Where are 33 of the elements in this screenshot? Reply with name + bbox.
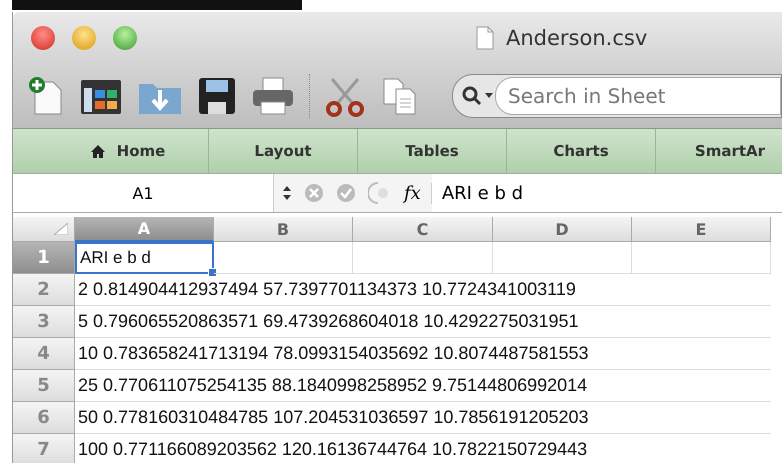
formula-field[interactable]: ARI e b d [432, 174, 782, 212]
save-icon[interactable] [197, 76, 237, 116]
print-icon[interactable] [251, 76, 295, 116]
confirm-icon[interactable] [336, 183, 356, 203]
zoom-button[interactable] [113, 26, 137, 50]
home-icon [90, 144, 105, 158]
triangle-icon [54, 223, 68, 235]
column-header[interactable]: C [353, 217, 493, 242]
table-cell[interactable]: 2 0.814904412937494 57.7397701134373 10.7724341003119 [75, 274, 771, 306]
scissors-icon[interactable] [324, 75, 366, 117]
column-header[interactable]: E [632, 217, 771, 242]
minimize-button[interactable] [72, 26, 96, 50]
table-cell[interactable] [632, 242, 771, 274]
table-cell[interactable]: 10 0.783658241713194 78.0993154035692 10.8074487581553 [75, 338, 771, 370]
cancel-icon[interactable] [304, 183, 324, 203]
table-cell[interactable]: 25 0.770611075254135 88.1840998258952 9.75144806992014 [75, 370, 771, 402]
table-cell[interactable] [214, 242, 353, 274]
document-icon [476, 26, 494, 50]
search-field[interactable]: Search in Sheet [452, 74, 782, 118]
table-cell[interactable]: ARI e b d [75, 242, 214, 274]
table-cell[interactable] [353, 242, 493, 274]
column-header[interactable]: B [214, 217, 353, 242]
name-box[interactable]: A1 [13, 174, 274, 212]
table-cell[interactable]: 5 0.796065520863571 69.4739268604018 10.4292275031951 [75, 306, 771, 338]
table-cell[interactable]: 50 0.778160310484785 107.204531036597 10.7856191205203 [75, 402, 771, 434]
table-cell[interactable] [493, 242, 632, 274]
column-header[interactable]: D [493, 217, 632, 242]
search-icon [461, 85, 495, 107]
window-title: Anderson.csv [506, 26, 648, 50]
table-cell[interactable]: 100 0.771166089203562 120.16136744764 10.7822150729443 [75, 434, 771, 463]
stepper-icon[interactable] [282, 185, 292, 201]
select-all-button[interactable] [13, 217, 75, 242]
close-button[interactable] [31, 26, 55, 50]
